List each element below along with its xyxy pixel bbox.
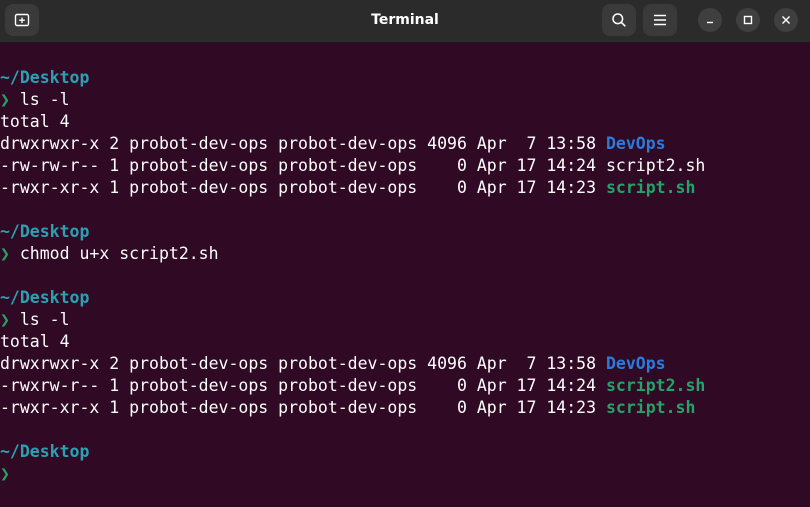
listing-name: DevOps: [605, 354, 666, 373]
listing-name: script.sh: [605, 398, 696, 417]
listing-name: script2.sh: [605, 156, 706, 175]
listing-row: drwxrwxr-x 2 probot-dev-ops probot-dev-o…: [0, 353, 810, 375]
prompt-path-line: ~/Desktop: [0, 287, 810, 309]
maximize-icon: [743, 15, 753, 25]
search-button[interactable]: [602, 4, 636, 36]
output-line: total 4: [0, 331, 810, 353]
prompt-path-line: ~/Desktop: [0, 67, 810, 89]
listing-meta: drwxrwxr-x 2 probot-dev-ops probot-dev-o…: [0, 134, 606, 153]
total-text: total 4: [0, 112, 70, 131]
command-line[interactable]: ❯: [0, 463, 810, 485]
prompt-symbol: ❯: [0, 464, 10, 483]
close-icon: [782, 16, 790, 24]
output-line: total 4: [0, 111, 810, 133]
command-line: ❯ ls -l: [0, 309, 810, 331]
minimize-button[interactable]: [698, 8, 722, 32]
listing-meta: -rwxrw-r-- 1 probot-dev-ops probot-dev-o…: [0, 376, 606, 395]
menu-button[interactable]: [643, 4, 677, 36]
listing-meta: drwxrwxr-x 2 probot-dev-ops probot-dev-o…: [0, 354, 606, 373]
prompt-path: ~/Desktop: [0, 68, 90, 87]
listing-row: -rwxr-xr-x 1 probot-dev-ops probot-dev-o…: [0, 177, 810, 199]
minimize-icon: [707, 21, 713, 24]
hamburger-menu-icon: [654, 14, 666, 26]
terminal-window: Terminal ~/Desktop ❯ ls -l total 4 drwxr…: [0, 0, 810, 507]
prompt-path: ~/Desktop: [0, 442, 90, 461]
prompt-symbol: ❯: [0, 244, 10, 263]
listing-name: script2.sh: [605, 376, 706, 395]
listing-meta: -rwxr-xr-x 1 probot-dev-ops probot-dev-o…: [0, 178, 606, 197]
title-bar: Terminal: [0, 0, 810, 43]
prompt-symbol: ❯: [0, 310, 10, 329]
window-title: Terminal: [371, 12, 439, 28]
maximize-button[interactable]: [736, 8, 760, 32]
prompt-path-line: ~/Desktop: [0, 221, 810, 243]
command-text: chmod u+x script2.sh: [19, 244, 219, 263]
listing-name: script.sh: [605, 178, 696, 197]
prompt-symbol: ❯: [0, 90, 10, 109]
listing-name: DevOps: [605, 134, 666, 153]
command-text: ls -l: [19, 310, 70, 329]
listing-row: -rw-rw-r-- 1 probot-dev-ops probot-dev-o…: [0, 155, 810, 177]
prompt-path: ~/Desktop: [0, 288, 90, 307]
command-line: ❯ ls -l: [0, 89, 810, 111]
prompt-path: ~/Desktop: [0, 222, 90, 241]
search-icon: [612, 13, 626, 27]
total-text: total 4: [0, 332, 70, 351]
listing-meta: -rw-rw-r-- 1 probot-dev-ops probot-dev-o…: [0, 156, 606, 175]
listing-row: drwxrwxr-x 2 probot-dev-ops probot-dev-o…: [0, 133, 810, 155]
command-line: ❯ chmod u+x script2.sh: [0, 243, 810, 265]
command-text: ls -l: [19, 90, 70, 109]
terminal-output[interactable]: ~/Desktop ❯ ls -l total 4 drwxrwxr-x 2 p…: [0, 67, 810, 507]
listing-row: -rwxr-xr-x 1 probot-dev-ops probot-dev-o…: [0, 397, 810, 419]
close-button[interactable]: [774, 8, 798, 32]
listing-meta: -rwxr-xr-x 1 probot-dev-ops probot-dev-o…: [0, 398, 606, 417]
listing-row: -rwxrw-r-- 1 probot-dev-ops probot-dev-o…: [0, 375, 810, 397]
prompt-path-line: ~/Desktop: [0, 441, 810, 463]
